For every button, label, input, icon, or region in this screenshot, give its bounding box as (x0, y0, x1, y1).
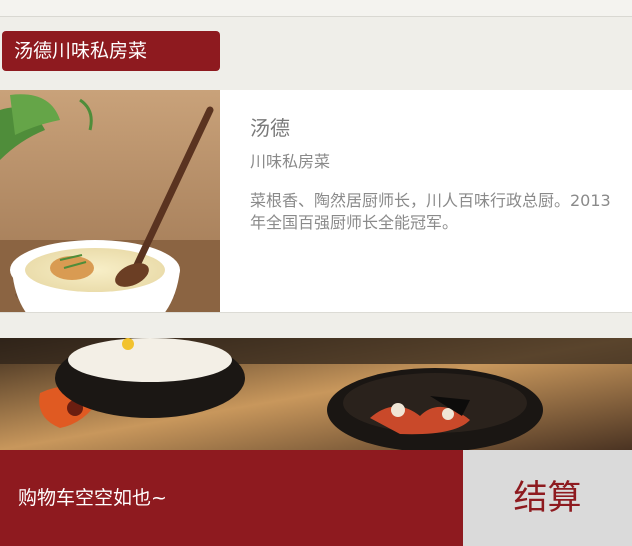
chef-subtitle: 川味私房菜 (250, 152, 331, 171)
checkout-button[interactable]: 结算 (463, 450, 632, 546)
cart-bar: 购物车空空如也~ 结算 (0, 450, 632, 546)
top-divider-band (0, 0, 632, 17)
section-title: 汤德川味私房菜 (2, 31, 220, 71)
chef-name: 汤德 (250, 116, 290, 140)
chef-description: 菜根香、陶然居厨师长，川人百味行政总厨。2013年全国百强厨师长全能冠军。 (250, 191, 611, 232)
food-banner-image (0, 338, 632, 450)
chef-card[interactable]: 汤德 川味私房菜 菜根香、陶然居厨师长，川人百味行政总厨。2013年全国百强厨师… (0, 90, 632, 313)
chef-dish-photo (0, 90, 220, 312)
cart-status-text: 购物车空空如也~ (0, 450, 463, 546)
